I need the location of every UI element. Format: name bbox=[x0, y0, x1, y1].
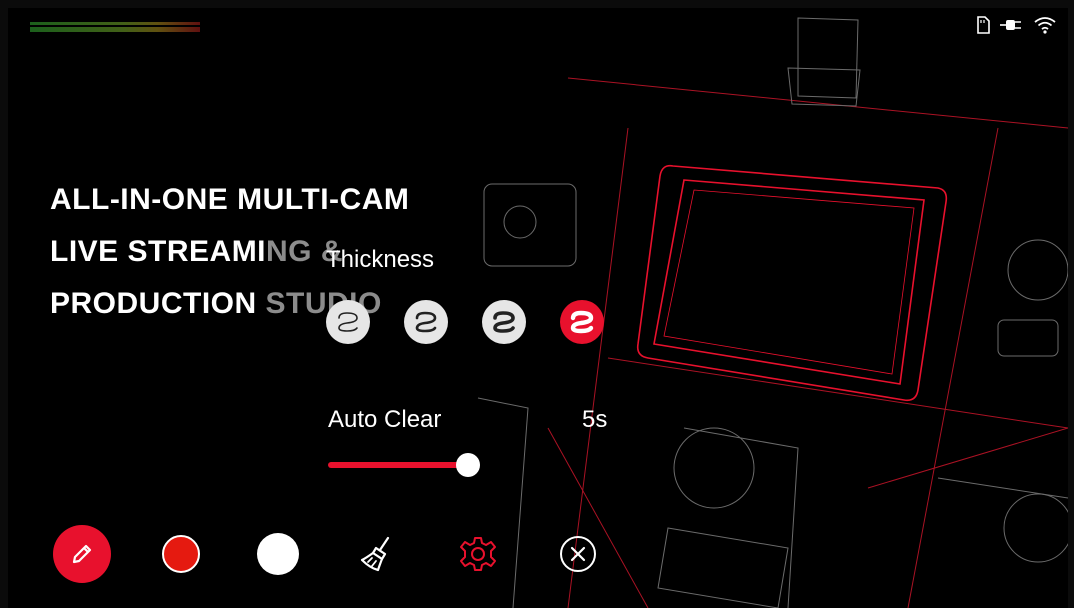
drawing-overlay-screen: ALL-IN-ONE MULTI-CAM LIVE STREAMING & PR… bbox=[8, 8, 1068, 608]
thickness-option-extra-thick[interactable] bbox=[560, 300, 604, 344]
headline-line-2-a: LIVE STREAMI bbox=[50, 235, 267, 268]
red-color-swatch bbox=[162, 535, 200, 573]
pen-tool-button[interactable] bbox=[52, 524, 112, 584]
gear-icon bbox=[460, 537, 496, 571]
headline-line-1: ALL-IN-ONE MULTI-CAM bbox=[50, 183, 410, 216]
drawing-settings-panel: Thickness Auto Clear 5s bbox=[326, 246, 626, 477]
settings-button[interactable] bbox=[448, 524, 508, 584]
red-color-button[interactable] bbox=[151, 524, 211, 584]
thickness-options bbox=[326, 300, 604, 344]
auto-clear-label: Auto Clear bbox=[328, 406, 442, 433]
white-color-swatch bbox=[257, 533, 299, 575]
sd-card-icon bbox=[976, 16, 990, 34]
stroke-thin-icon bbox=[338, 312, 358, 332]
pen-button-circle bbox=[53, 525, 111, 583]
stroke-medium-icon bbox=[415, 311, 437, 333]
wifi-icon bbox=[1034, 16, 1056, 34]
auto-clear-value: 5s bbox=[582, 406, 608, 433]
stroke-thick-icon bbox=[493, 311, 515, 333]
stroke-extra-thick-icon bbox=[570, 310, 594, 334]
headline-line-3-a: PRODUCTION bbox=[50, 287, 266, 320]
thickness-option-thick[interactable] bbox=[482, 300, 526, 344]
thickness-label: Thickness bbox=[326, 246, 435, 273]
close-button[interactable] bbox=[548, 524, 608, 584]
auto-clear-slider-thumb[interactable] bbox=[456, 453, 480, 477]
close-icon bbox=[560, 536, 596, 572]
broom-icon bbox=[360, 536, 390, 572]
audio-level-meter bbox=[30, 22, 200, 32]
status-bar bbox=[976, 16, 1056, 34]
white-color-button[interactable] bbox=[248, 524, 308, 584]
pen-icon bbox=[72, 544, 92, 564]
thickness-option-thin[interactable] bbox=[326, 300, 370, 344]
auto-clear-slider-track[interactable] bbox=[328, 462, 468, 468]
power-plug-icon bbox=[1000, 17, 1024, 33]
drawing-toolbar bbox=[52, 524, 612, 584]
thickness-option-medium[interactable] bbox=[404, 300, 448, 344]
clear-brush-button[interactable] bbox=[348, 524, 408, 584]
